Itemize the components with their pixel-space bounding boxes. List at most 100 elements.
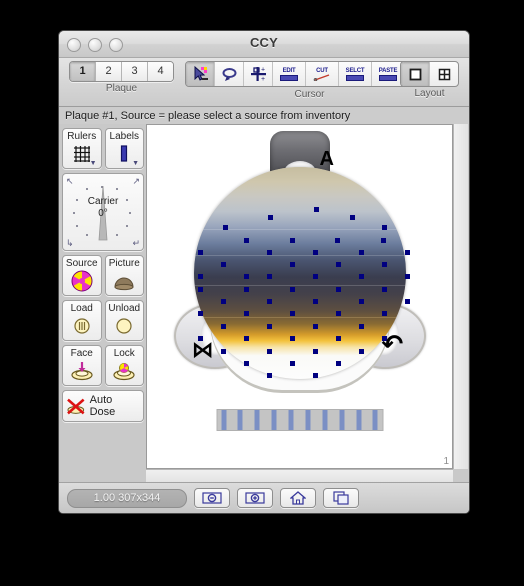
source-marker[interactable] bbox=[289, 336, 295, 341]
source-marker[interactable] bbox=[266, 274, 272, 279]
source-marker[interactable] bbox=[243, 336, 249, 341]
source-marker[interactable] bbox=[312, 250, 318, 255]
source-marker[interactable] bbox=[381, 311, 387, 316]
toolbar-label-cursor: Cursor bbox=[294, 88, 325, 100]
load-button[interactable]: Load bbox=[62, 300, 102, 341]
edit-tool-button[interactable]: EDIT bbox=[273, 62, 306, 86]
zoom-out-button[interactable] bbox=[194, 488, 230, 508]
arrow-up-left-icon[interactable]: ↖ bbox=[66, 177, 74, 186]
picture-button[interactable]: Picture bbox=[104, 255, 144, 296]
source-marker[interactable] bbox=[222, 225, 228, 230]
source-marker[interactable] bbox=[312, 274, 318, 279]
source-button[interactable]: Source bbox=[62, 255, 102, 296]
source-marker[interactable] bbox=[404, 299, 410, 304]
glyph-rotate: ↶ bbox=[381, 329, 404, 359]
source-marker[interactable] bbox=[381, 225, 387, 230]
auto-dose-button[interactable]: Auto Dose bbox=[62, 390, 144, 422]
source-marker[interactable] bbox=[335, 287, 341, 292]
ruler-tick bbox=[339, 410, 345, 430]
source-marker[interactable] bbox=[358, 299, 364, 304]
source-marker[interactable] bbox=[266, 324, 272, 329]
quad-pane-button[interactable] bbox=[430, 62, 458, 86]
window-titlebar[interactable]: CCY bbox=[59, 31, 469, 58]
source-marker[interactable] bbox=[289, 262, 295, 267]
rulers-button[interactable]: Rulers ▼ bbox=[62, 128, 102, 169]
source-marker[interactable] bbox=[220, 349, 226, 354]
labels-button[interactable]: Labels ▼ bbox=[104, 128, 144, 169]
source-marker[interactable] bbox=[381, 262, 387, 267]
source-marker[interactable] bbox=[243, 274, 249, 279]
source-marker[interactable] bbox=[312, 299, 318, 304]
zoom-in-button[interactable] bbox=[237, 488, 273, 508]
select-tool-button[interactable] bbox=[186, 62, 215, 86]
left-sidebar: Rulers ▼ Labels ▼ ↖ ↗ ↳ ↵ Carrier 0° Sou… bbox=[59, 124, 144, 483]
source-marker[interactable] bbox=[289, 238, 295, 243]
source-marker[interactable] bbox=[381, 287, 387, 292]
source-marker[interactable] bbox=[220, 299, 226, 304]
toolbar-group-cursor: + + EDIT CUT SELCT PASTE Cursor bbox=[185, 61, 434, 100]
source-marker[interactable] bbox=[197, 287, 203, 292]
arrow-down-right-icon[interactable]: ↵ bbox=[132, 239, 140, 248]
source-marker[interactable] bbox=[404, 250, 410, 255]
layout-toolbar[interactable] bbox=[400, 61, 459, 87]
source-marker[interactable] bbox=[335, 311, 341, 316]
source-marker[interactable] bbox=[266, 250, 272, 255]
vertical-scrollbar[interactable] bbox=[453, 124, 468, 469]
source-marker[interactable] bbox=[334, 238, 340, 243]
source-marker[interactable] bbox=[349, 215, 355, 220]
source-marker[interactable] bbox=[335, 361, 341, 366]
source-marker[interactable] bbox=[266, 299, 272, 304]
chevron-down-icon[interactable]: ▼ bbox=[132, 160, 139, 167]
source-marker[interactable] bbox=[358, 250, 364, 255]
rotate-tool-button[interactable] bbox=[215, 62, 244, 86]
source-marker[interactable] bbox=[358, 274, 364, 279]
source-marker[interactable] bbox=[312, 349, 318, 354]
select-all-tool-button[interactable]: SELCT bbox=[339, 62, 372, 86]
lock-button[interactable]: Lock bbox=[104, 345, 144, 386]
source-marker[interactable] bbox=[335, 262, 341, 267]
source-marker[interactable] bbox=[312, 324, 318, 329]
plaque-segment-3[interactable]: 3 bbox=[122, 62, 148, 81]
unload-button[interactable]: Unload bbox=[104, 300, 144, 341]
source-marker[interactable] bbox=[220, 262, 226, 267]
plaque-segment-1[interactable]: 1 bbox=[70, 62, 96, 81]
source-marker[interactable] bbox=[380, 238, 386, 243]
carrier-dial[interactable]: ↖ ↗ ↳ ↵ Carrier 0° bbox=[62, 173, 144, 251]
plaque-canvas[interactable]: A ⋈ ↶ 1 bbox=[146, 124, 453, 469]
horizontal-scrollbar[interactable] bbox=[146, 469, 453, 483]
plaque-segmented-control[interactable]: 1 2 3 4 bbox=[69, 61, 174, 82]
source-marker[interactable] bbox=[358, 349, 364, 354]
duplicate-window-button[interactable] bbox=[323, 488, 359, 508]
move-tool-button[interactable]: + + bbox=[244, 62, 273, 86]
source-marker[interactable] bbox=[220, 324, 226, 329]
source-marker[interactable] bbox=[243, 287, 249, 292]
plaque-segment-4[interactable]: 4 bbox=[148, 62, 173, 81]
source-marker[interactable] bbox=[197, 274, 203, 279]
cut-tool-button[interactable]: CUT bbox=[306, 62, 339, 86]
face-button[interactable]: Face bbox=[62, 345, 102, 386]
source-marker[interactable] bbox=[267, 215, 273, 220]
source-marker[interactable] bbox=[266, 349, 272, 354]
source-marker[interactable] bbox=[358, 324, 364, 329]
source-marker[interactable] bbox=[197, 311, 203, 316]
cursor-toolbar[interactable]: + + EDIT CUT SELCT PASTE bbox=[185, 61, 434, 87]
source-marker[interactable] bbox=[243, 238, 249, 243]
chevron-down-icon[interactable]: ▼ bbox=[90, 160, 97, 167]
arrow-down-left-icon[interactable]: ↳ bbox=[66, 239, 74, 248]
edit-tool-label: EDIT bbox=[282, 67, 296, 74]
source-marker[interactable] bbox=[312, 373, 318, 378]
source-marker[interactable] bbox=[243, 311, 249, 316]
source-marker[interactable] bbox=[289, 287, 295, 292]
arrow-up-right-icon[interactable]: ↗ bbox=[132, 177, 140, 186]
plaque-segment-2[interactable]: 2 bbox=[96, 62, 122, 81]
source-marker[interactable] bbox=[289, 311, 295, 316]
source-marker[interactable] bbox=[289, 361, 295, 366]
source-marker[interactable] bbox=[335, 336, 341, 341]
source-marker[interactable] bbox=[197, 250, 203, 255]
single-pane-button[interactable] bbox=[401, 62, 430, 86]
source-marker[interactable] bbox=[404, 274, 410, 279]
source-marker[interactable] bbox=[266, 373, 272, 378]
fit-home-button[interactable] bbox=[280, 488, 316, 508]
source-marker[interactable] bbox=[313, 207, 319, 212]
source-marker[interactable] bbox=[243, 361, 249, 366]
